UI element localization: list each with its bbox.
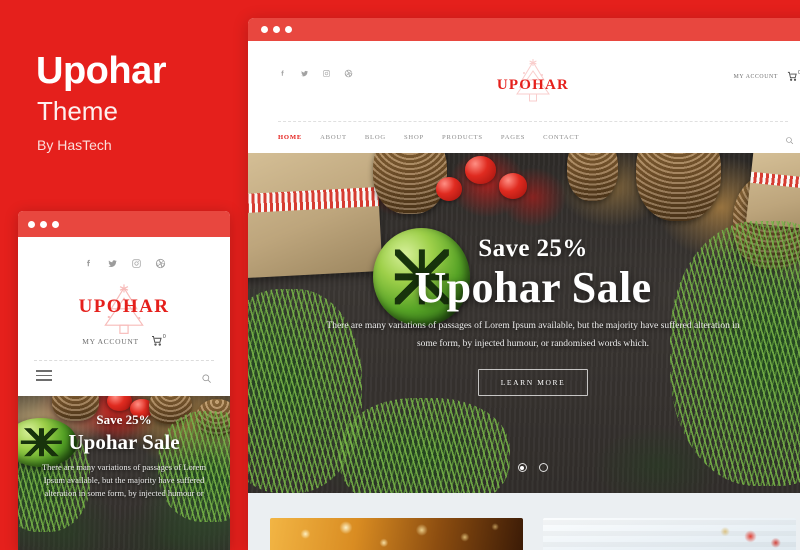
slider-pagination xyxy=(248,459,800,477)
desktop-page-body: UPOHAR MY ACCOUNT 0 HOME ABOUT BLOG SHOP… xyxy=(248,41,800,550)
slider-dot-1[interactable] xyxy=(517,463,527,473)
berry-decoration xyxy=(436,176,463,201)
mobile-logo-area: UPOHAR xyxy=(18,280,230,334)
brand-author: By HasTech xyxy=(37,137,112,153)
hero-cta-button[interactable]: LEARN MORE xyxy=(477,369,589,397)
nav-item-about[interactable]: ABOUT xyxy=(320,134,347,141)
dribbble-icon[interactable] xyxy=(155,258,166,269)
logo-area: UPOHAR xyxy=(248,53,800,103)
promo-card-gift[interactable] xyxy=(543,518,796,550)
cart-count: 0 xyxy=(162,334,166,340)
hamburger-menu-icon[interactable] xyxy=(36,370,52,384)
window-dot-maximize[interactable] xyxy=(52,220,59,228)
promo-card-list xyxy=(270,518,796,550)
hero-eyebrow: Save 25% xyxy=(478,235,588,262)
search-icon[interactable] xyxy=(201,371,212,384)
hero-headline: Upohar Sale xyxy=(414,263,652,312)
pine-cone-decoration xyxy=(635,153,722,221)
window-dot-maximize[interactable] xyxy=(285,26,292,33)
instagram-icon[interactable] xyxy=(131,258,142,269)
brand-subtitle: Theme xyxy=(37,96,118,126)
mobile-site-logo[interactable]: UPOHAR xyxy=(18,296,230,318)
nav-item-shop[interactable]: SHOP xyxy=(404,134,424,141)
nav-item-blog[interactable]: BLOG xyxy=(365,134,386,141)
berry-decoration xyxy=(498,173,528,199)
window-dot-minimize[interactable] xyxy=(40,220,47,228)
mobile-window-titlebar xyxy=(18,211,230,237)
window-dot-close[interactable] xyxy=(261,26,268,33)
mobile-hero-description: There are many variations of passages of… xyxy=(41,462,207,499)
twitter-icon[interactable] xyxy=(107,258,118,269)
desktop-preview-window: UPOHAR MY ACCOUNT 0 HOME ABOUT BLOG SHOP… xyxy=(248,18,800,550)
shopping-cart-icon xyxy=(151,336,162,346)
berry-decoration xyxy=(107,396,133,412)
berry-decoration xyxy=(464,156,496,184)
promo-section xyxy=(248,493,800,550)
mobile-hero-headline: Upohar Sale xyxy=(68,430,180,454)
nav-item-contact[interactable]: CONTACT xyxy=(543,134,579,141)
pine-cone-decoration xyxy=(567,153,619,201)
facebook-icon[interactable] xyxy=(83,258,94,269)
mobile-hero-slider[interactable]: Save 25% Upohar Sale There are many vari… xyxy=(18,396,230,550)
cart-button[interactable]: 0 xyxy=(151,334,166,347)
mobile-hero-caption: Save 25% Upohar Sale There are many vari… xyxy=(18,412,230,501)
pine-branch-decoration xyxy=(339,397,511,493)
mobile-hero-eyebrow: Save 25% xyxy=(96,412,152,427)
desktop-window-titlebar xyxy=(248,18,800,41)
nav-item-home[interactable]: HOME xyxy=(278,134,302,141)
brand-title: Upohar xyxy=(36,50,167,92)
hero-slider[interactable]: Save 25% Upohar Sale There are many vari… xyxy=(248,153,800,493)
hero-caption: Save 25% Upohar Sale There are many vari… xyxy=(248,235,800,397)
mobile-social-links xyxy=(18,237,230,269)
nav-item-products[interactable]: PRODUCTS xyxy=(442,134,483,141)
nav-item-pages[interactable]: PAGES xyxy=(501,134,525,141)
mobile-preview-window: UPOHAR MY ACCOUNT 0 Save 25% Upohar Sale… xyxy=(18,211,230,550)
search-icon[interactable] xyxy=(785,132,796,145)
slider-dot-2[interactable] xyxy=(539,463,549,473)
window-dot-minimize[interactable] xyxy=(273,26,280,33)
site-logo[interactable]: UPOHAR xyxy=(248,77,800,94)
screenshot-stage: Upohar Theme By HasTech UPOHAR MY ACCOUN… xyxy=(0,0,800,550)
promo-card-lights[interactable] xyxy=(270,518,523,550)
main-navigation: HOME ABOUT BLOG SHOP PRODUCTS PAGES CONT… xyxy=(248,122,800,153)
window-dot-close[interactable] xyxy=(28,220,35,228)
nav-list: HOME ABOUT BLOG SHOP PRODUCTS PAGES CONT… xyxy=(278,134,579,141)
mobile-page-body: UPOHAR MY ACCOUNT 0 Save 25% Upohar Sale… xyxy=(18,237,230,550)
site-header: UPOHAR MY ACCOUNT 0 xyxy=(248,41,800,121)
mobile-navigation-bar xyxy=(18,361,230,384)
hero-description: There are many variations of passages of… xyxy=(326,321,740,349)
